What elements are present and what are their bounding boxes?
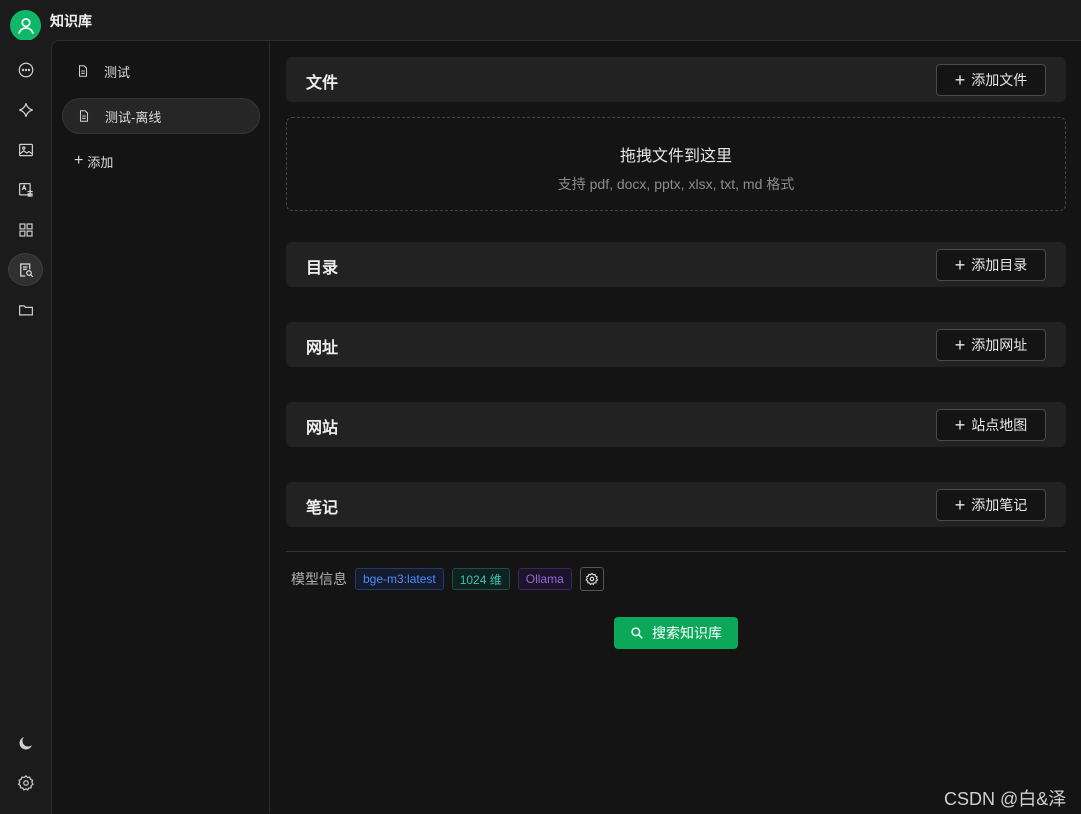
app-title: 知识库	[50, 13, 92, 29]
button-label: 站点地图	[971, 417, 1028, 433]
title-bar: 知识库	[0, 0, 1081, 41]
folder-icon	[18, 304, 33, 315]
rail-apps[interactable]	[8, 213, 43, 246]
add-kb-label: 添加	[87, 154, 114, 170]
main-panel: 测试 测试-离线 + 添加 文件 + 添加文件 拖拽文件到这里 支持 pdf, …	[51, 40, 1081, 814]
add-url-button[interactable]: + 添加网址	[936, 329, 1046, 361]
plus-icon: +	[954, 415, 966, 435]
chat-icon	[18, 62, 33, 77]
section-title: 目录	[306, 260, 339, 277]
dimension-tag: 1024 维	[451, 568, 510, 590]
model-name-tag: bge-m3:latest	[355, 568, 444, 590]
settings-button[interactable]	[8, 766, 43, 799]
section-notes: 笔记 + 添加笔记	[286, 482, 1066, 527]
add-file-button[interactable]: + 添加文件	[936, 64, 1046, 96]
image-icon	[18, 143, 33, 156]
rail-assistant[interactable]	[8, 93, 43, 126]
gear-icon	[17, 774, 34, 791]
user-icon	[17, 17, 34, 34]
rail-knowledge-base[interactable]	[8, 253, 43, 286]
kb-item-label: 测试	[104, 64, 131, 80]
rail-chat[interactable]	[8, 53, 43, 86]
provider-tag: Ollama	[517, 568, 572, 590]
apps-icon	[18, 222, 33, 237]
dropzone-title: 拖拽文件到这里	[619, 148, 732, 165]
kb-item-label: 测试-离线	[105, 109, 162, 125]
nav-rail	[0, 40, 51, 814]
section-files: 文件 + 添加文件	[286, 57, 1066, 102]
add-directory-button[interactable]: + 添加目录	[936, 249, 1046, 281]
section-title: 笔记	[306, 500, 339, 517]
section-title: 网址	[306, 340, 339, 357]
kb-item-test[interactable]: 测试	[62, 53, 260, 89]
rail-files[interactable]	[8, 293, 43, 326]
sitemap-button[interactable]: + 站点地图	[936, 409, 1046, 441]
section-website: 网站 + 站点地图	[286, 402, 1066, 447]
sparkle-icon	[18, 102, 33, 117]
search-knowledge-base-button[interactable]: 搜索知识库	[614, 617, 738, 649]
section-title: 文件	[306, 75, 339, 92]
theme-toggle[interactable]	[8, 726, 43, 759]
section-url: 网址 + 添加网址	[286, 322, 1066, 367]
document-icon	[79, 110, 89, 122]
section-directory: 目录 + 添加目录	[286, 242, 1066, 287]
watermark: CSDN @白&泽	[944, 789, 1067, 809]
button-label: 添加文件	[971, 72, 1028, 88]
plus-icon: +	[954, 495, 966, 515]
plus-icon: +	[954, 255, 966, 275]
knowledge-base-icon	[19, 262, 33, 277]
document-icon	[78, 65, 88, 77]
knowledge-base-list: 测试 测试-离线 + 添加	[52, 41, 270, 813]
moon-icon	[18, 736, 32, 750]
user-avatar[interactable]	[10, 10, 41, 41]
model-settings-button[interactable]	[579, 567, 604, 591]
plus-icon: +	[74, 152, 84, 169]
rail-translate[interactable]	[8, 173, 43, 206]
add-knowledge-base-button[interactable]: + 添加	[74, 151, 113, 171]
divider	[286, 551, 1066, 552]
button-label: 添加目录	[971, 257, 1028, 273]
dropzone-subtitle: 支持 pdf, docx, pptx, xlsx, txt, md 格式	[557, 176, 795, 192]
search-button-label: 搜索知识库	[652, 625, 722, 641]
model-info-row: 模型信息 bge-m3:latest 1024 维 Ollama	[291, 567, 604, 591]
model-info-label: 模型信息	[291, 571, 347, 587]
translate-icon	[18, 182, 33, 197]
plus-icon: +	[954, 335, 966, 355]
plus-icon: +	[954, 70, 966, 90]
button-label: 添加笔记	[971, 497, 1028, 513]
kb-item-test-offline[interactable]: 测试-离线	[62, 98, 260, 134]
rail-image[interactable]	[8, 133, 43, 166]
section-title: 网站	[306, 420, 339, 437]
search-icon	[631, 627, 643, 639]
button-label: 添加网址	[971, 337, 1028, 353]
file-dropzone[interactable]: 拖拽文件到这里 支持 pdf, docx, pptx, xlsx, txt, m…	[286, 117, 1066, 211]
gear-icon	[585, 572, 599, 586]
add-note-button[interactable]: + 添加笔记	[936, 489, 1046, 521]
